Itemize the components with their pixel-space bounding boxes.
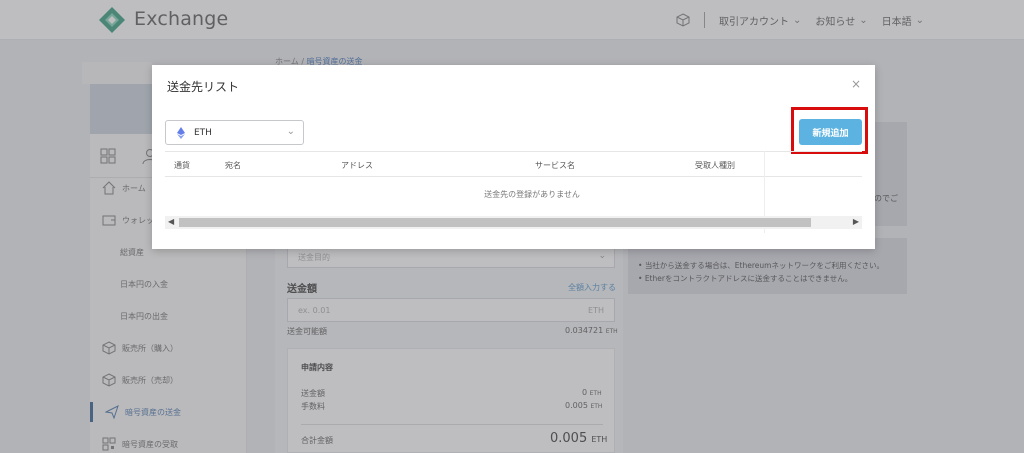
column-header-service: サービス名 xyxy=(535,161,575,170)
column-header-currency: 通貨 xyxy=(174,161,190,170)
scrollbar-thumb[interactable] xyxy=(179,218,811,227)
empty-message: 送金先の登録がありません xyxy=(484,190,580,199)
chevron-down-icon: ⌄ xyxy=(286,126,295,137)
column-header-recipient-type: 受取人種別 xyxy=(695,161,735,170)
currency-select-value: ETH xyxy=(194,127,212,138)
column-header-address: アドレス xyxy=(341,161,373,170)
recipient-list-modal: 送金先リスト × ETH ⌄ 新規追加 通貨 宛名 アドレス サービス名 受取人… xyxy=(152,65,875,249)
scroll-right-icon[interactable]: ▶ xyxy=(853,217,859,226)
close-icon[interactable]: × xyxy=(851,77,861,91)
currency-select[interactable]: ETH ⌄ xyxy=(165,120,304,145)
ethereum-icon xyxy=(177,126,185,139)
highlight-box xyxy=(791,107,868,154)
horizontal-scrollbar[interactable]: ◀ ▶ xyxy=(165,216,862,229)
column-header-name: 宛名 xyxy=(225,161,241,170)
scroll-left-icon[interactable]: ◀ xyxy=(168,217,174,226)
table-header: 通貨 宛名 アドレス サービス名 受取人種別 xyxy=(165,151,862,177)
modal-title: 送金先リスト xyxy=(167,80,240,94)
